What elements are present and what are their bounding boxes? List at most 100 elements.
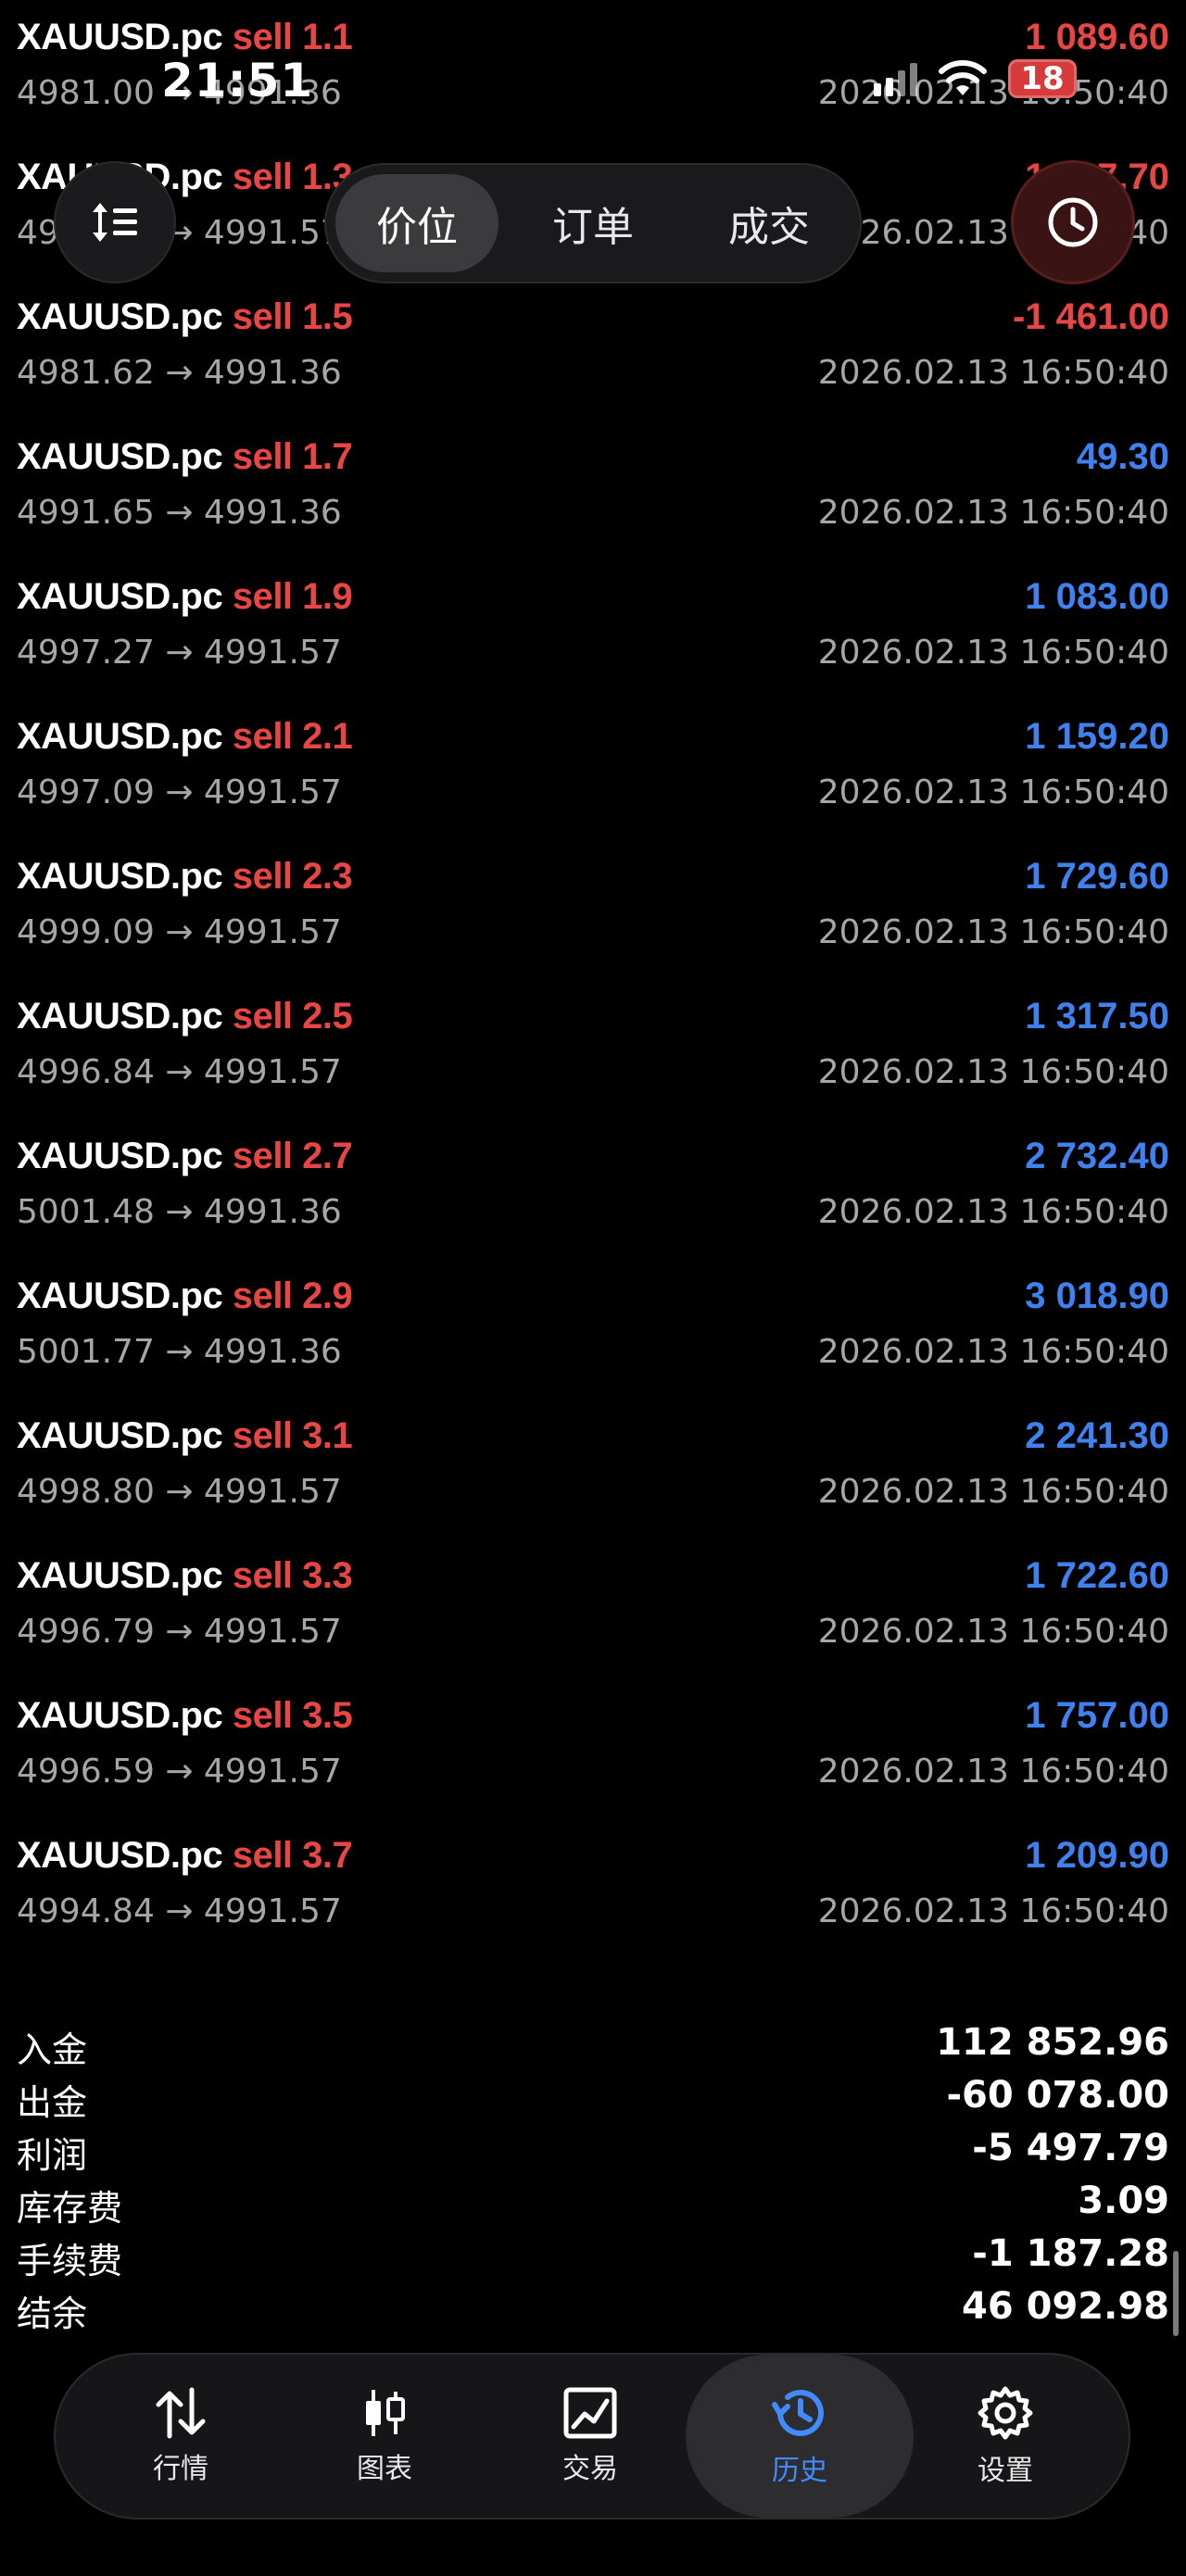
- segment-orders[interactable]: 订单: [511, 174, 675, 272]
- summary-row-swap: 库存费 3.09: [0, 2180, 1186, 2231]
- side-label: sell 3.5: [232, 1695, 353, 1736]
- history-clock-icon: [772, 2389, 824, 2436]
- profit-value: 49.30: [1076, 436, 1169, 477]
- tab-label: 行情: [153, 2453, 208, 2485]
- symbol-label: XAUUSD.pc: [17, 716, 223, 757]
- profit-value: 2 732.40: [1025, 1136, 1169, 1176]
- profit-value: 1 729.60: [1025, 856, 1169, 897]
- list-item[interactable]: XAUUSD.pc sell 3.1 2 241.30 4998.80 → 49…: [0, 1402, 1186, 1542]
- profit-value: 1 159.20: [1025, 716, 1169, 757]
- summary-label: 出金: [17, 2082, 88, 2123]
- battery-indicator: 18: [1008, 59, 1077, 98]
- status-bar: 21:51 18: [0, 0, 1186, 139]
- side-label: sell 2.5: [232, 996, 353, 1037]
- list-item[interactable]: XAUUSD.pc sell 3.7 1 209.90 4994.84 → 49…: [0, 1822, 1186, 1962]
- list-item[interactable]: XAUUSD.pc sell 2.1 1 159.20 4997.09 → 49…: [0, 703, 1186, 843]
- tab-label: 图表: [357, 2453, 412, 2485]
- cellular-signal-icon: [874, 61, 917, 96]
- list-item[interactable]: XAUUSD.pc sell 1.9 1 083.00 4997.27 → 49…: [0, 563, 1186, 703]
- segment-price[interactable]: 价位: [335, 174, 498, 272]
- symbol-label: XAUUSD.pc: [17, 576, 223, 617]
- gear-icon: [978, 2386, 1033, 2440]
- tab-label: 交易: [562, 2453, 618, 2485]
- list-item[interactable]: XAUUSD.pc sell 2.3 1 729.60 4999.09 → 49…: [0, 843, 1186, 983]
- close-time: 2026.02.13 16:50:40: [817, 1753, 1169, 1791]
- price-range: 4997.09 → 4991.57: [17, 773, 342, 811]
- summary-label: 利润: [17, 2135, 88, 2176]
- sort-button[interactable]: [56, 163, 174, 282]
- close-time: 2026.02.13 16:50:40: [817, 773, 1169, 811]
- tab-quotes[interactable]: 行情: [93, 2355, 269, 2518]
- list-item[interactable]: XAUUSD.pc sell 3.3 1 722.60 4996.79 → 49…: [0, 1542, 1186, 1682]
- clock-icon: [1048, 197, 1098, 247]
- summary-label: 入金: [17, 2029, 88, 2070]
- sort-icon: [93, 203, 137, 242]
- segment-deals[interactable]: 成交: [688, 174, 851, 272]
- profit-value: 2 241.30: [1025, 1415, 1169, 1456]
- close-time: 2026.02.13 16:50:40: [817, 913, 1169, 951]
- profit-value: 1 083.00: [1025, 576, 1169, 617]
- close-time: 2026.02.13 16:50:40: [817, 1053, 1169, 1091]
- symbol-label: XAUUSD.pc: [17, 1695, 223, 1736]
- list-item[interactable]: XAUUSD.pc sell 3.5 1 757.00 4996.59 → 49…: [0, 1682, 1186, 1822]
- close-time: 2026.02.13 16:50:40: [817, 1892, 1169, 1930]
- close-time: 2026.02.13 16:50:40: [817, 1333, 1169, 1371]
- wifi-icon: [939, 60, 987, 95]
- price-range: 4996.84 → 4991.57: [17, 1053, 342, 1091]
- tab-label: 历史: [772, 2455, 827, 2487]
- scrollbar[interactable]: [1173, 2251, 1179, 2336]
- symbol-label: XAUUSD.pc: [17, 1415, 223, 1456]
- list-item[interactable]: XAUUSD.pc sell 1.7 49.30 4991.65 → 4991.…: [0, 423, 1186, 563]
- close-time: 2026.02.13 16:50:40: [817, 1613, 1169, 1651]
- top-controls: 价位 订单 成交: [0, 148, 1186, 306]
- side-label: sell 2.3: [232, 856, 353, 897]
- symbol-label: XAUUSD.pc: [17, 1555, 223, 1596]
- price-range: 4998.80 → 4991.57: [17, 1473, 342, 1511]
- tab-settings[interactable]: 设置: [917, 2355, 1093, 2518]
- price-range: 4981.62 → 4991.36: [17, 354, 342, 392]
- side-label: sell 3.1: [232, 1415, 353, 1456]
- symbol-label: XAUUSD.pc: [17, 996, 223, 1037]
- tab-trade[interactable]: 交易: [502, 2355, 678, 2518]
- close-time: 2026.02.13 16:50:40: [817, 354, 1169, 392]
- price-range: 5001.48 → 4991.36: [17, 1193, 342, 1231]
- close-time: 2026.02.13 16:50:40: [817, 634, 1169, 672]
- side-label: sell 2.9: [232, 1275, 353, 1316]
- symbol-label: XAUUSD.pc: [17, 436, 223, 477]
- profit-value: 1 722.60: [1025, 1555, 1169, 1596]
- summary-value: 46 092.98: [962, 2285, 1169, 2328]
- status-time: 21:51: [161, 54, 314, 107]
- symbol-label: XAUUSD.pc: [17, 1835, 223, 1876]
- summary-value: -1 187.28: [972, 2232, 1169, 2275]
- price-range: 4996.79 → 4991.57: [17, 1613, 342, 1651]
- price-range: 4994.84 → 4991.57: [17, 1892, 342, 1930]
- symbol-label: XAUUSD.pc: [17, 1136, 223, 1176]
- tab-label: 设置: [978, 2455, 1033, 2487]
- summary-label: 手续费: [17, 2241, 123, 2281]
- price-range: 4999.09 → 4991.57: [17, 913, 342, 951]
- profit-value: 3 018.90: [1025, 1275, 1169, 1316]
- summary-value: -5 497.79: [972, 2127, 1169, 2169]
- arrows-updown-icon: [156, 2387, 206, 2439]
- side-label: sell 1.9: [232, 576, 353, 617]
- tab-charts[interactable]: 图表: [296, 2355, 473, 2518]
- time-filter-button[interactable]: [1014, 163, 1132, 282]
- summary-label: 库存费: [17, 2188, 123, 2229]
- status-indicators: 18: [874, 59, 1077, 98]
- summary-row-profit: 利润 -5 497.79: [0, 2127, 1186, 2179]
- summary-row-deposit: 入金 112 852.96: [0, 2021, 1186, 2073]
- tab-history[interactable]: 历史: [686, 2355, 914, 2518]
- symbol-label: XAUUSD.pc: [17, 856, 223, 897]
- price-range: 4996.59 → 4991.57: [17, 1753, 342, 1791]
- side-label: sell 1.7: [232, 436, 353, 477]
- list-item[interactable]: XAUUSD.pc sell 2.9 3 018.90 5001.77 → 49…: [0, 1263, 1186, 1402]
- side-label: sell 3.7: [232, 1835, 353, 1876]
- list-item[interactable]: XAUUSD.pc sell 2.7 2 732.40 5001.48 → 49…: [0, 1123, 1186, 1263]
- close-time: 2026.02.13 16:50:40: [817, 494, 1169, 532]
- list-item[interactable]: XAUUSD.pc sell 2.5 1 317.50 4996.84 → 49…: [0, 983, 1186, 1123]
- symbol-label: XAUUSD.pc: [17, 1275, 223, 1316]
- profit-value: 1 757.00: [1025, 1695, 1169, 1736]
- candlestick-icon: [366, 2390, 405, 2436]
- price-range: 5001.77 → 4991.36: [17, 1333, 342, 1371]
- side-label: sell 2.7: [232, 1136, 353, 1176]
